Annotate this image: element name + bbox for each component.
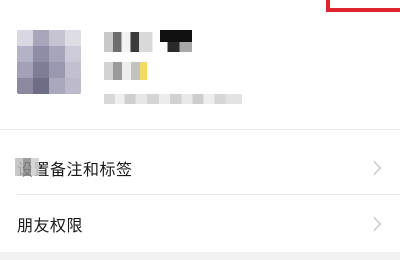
friend-permissions-item[interactable]: 朋友权限 [0, 196, 400, 252]
row-divider [17, 194, 400, 195]
chevron-right-icon [366, 216, 382, 232]
contact-name-mosaic-block [160, 30, 192, 42]
set-remark-and-tags-item[interactable]: 设置备注和标签 [0, 140, 400, 196]
avatar[interactable] [17, 30, 81, 94]
section-gap [0, 252, 400, 260]
contact-details-mosaic [104, 94, 242, 104]
contact-profile [0, 0, 400, 130]
friend-permissions-label: 朋友权限 [17, 216, 84, 235]
label-mosaic [15, 158, 39, 176]
contact-alias-mosaic [104, 62, 164, 80]
chevron-right-icon [366, 160, 382, 176]
section-divider [0, 129, 400, 130]
